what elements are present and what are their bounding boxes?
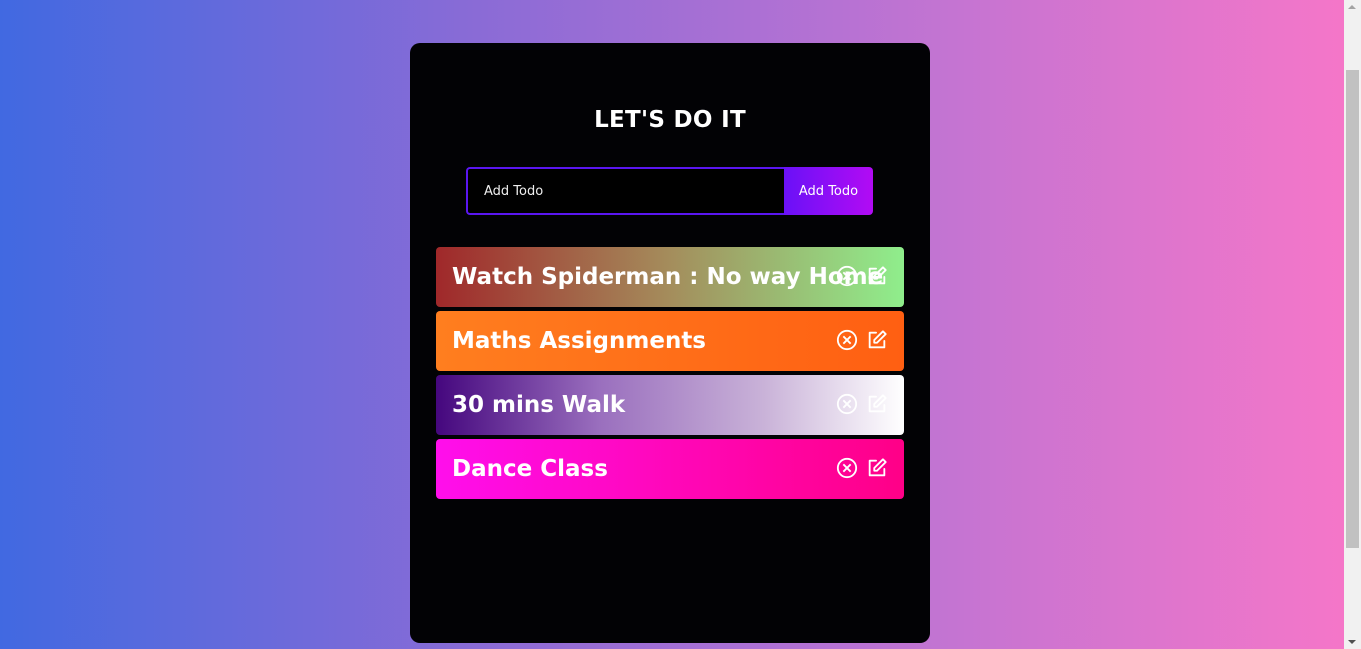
todo-item-text[interactable]: Maths Assignments [452, 311, 706, 371]
scroll-down-arrow-icon[interactable] [1348, 640, 1356, 644]
add-todo-button[interactable]: Add Todo [784, 167, 873, 215]
todo-item: Dance Class [436, 439, 904, 499]
close-circle-icon[interactable] [836, 457, 858, 479]
todo-item-actions [836, 329, 888, 353]
edit-icon[interactable] [866, 457, 888, 479]
todo-item-actions [836, 457, 888, 481]
todo-app-panel: LET'S DO IT Add Todo Watch Spiderman : N… [410, 43, 930, 643]
todo-item-text[interactable]: Watch Spiderman : No way Home [452, 247, 883, 307]
todo-item: Maths Assignments [436, 311, 904, 371]
edit-icon[interactable] [866, 393, 888, 415]
todo-input[interactable] [466, 167, 786, 215]
close-circle-icon[interactable] [836, 329, 858, 351]
close-circle-icon[interactable] [836, 265, 858, 287]
edit-icon[interactable] [866, 265, 888, 287]
todo-item-actions [836, 393, 888, 417]
todo-form: Add Todo [466, 167, 873, 215]
app-title: LET'S DO IT [594, 107, 746, 133]
page-scrollbar[interactable] [1344, 0, 1361, 649]
scroll-up-arrow-icon[interactable] [1348, 5, 1356, 9]
edit-icon[interactable] [866, 329, 888, 351]
close-circle-icon[interactable] [836, 393, 858, 415]
todo-item-text[interactable]: 30 mins Walk [452, 375, 625, 435]
scrollbar-thumb[interactable] [1346, 70, 1359, 548]
todo-item: 30 mins Walk [436, 375, 904, 435]
todo-item-text[interactable]: Dance Class [452, 439, 608, 499]
todo-item: Watch Spiderman : No way Home [436, 247, 904, 307]
todo-item-actions [836, 265, 888, 289]
